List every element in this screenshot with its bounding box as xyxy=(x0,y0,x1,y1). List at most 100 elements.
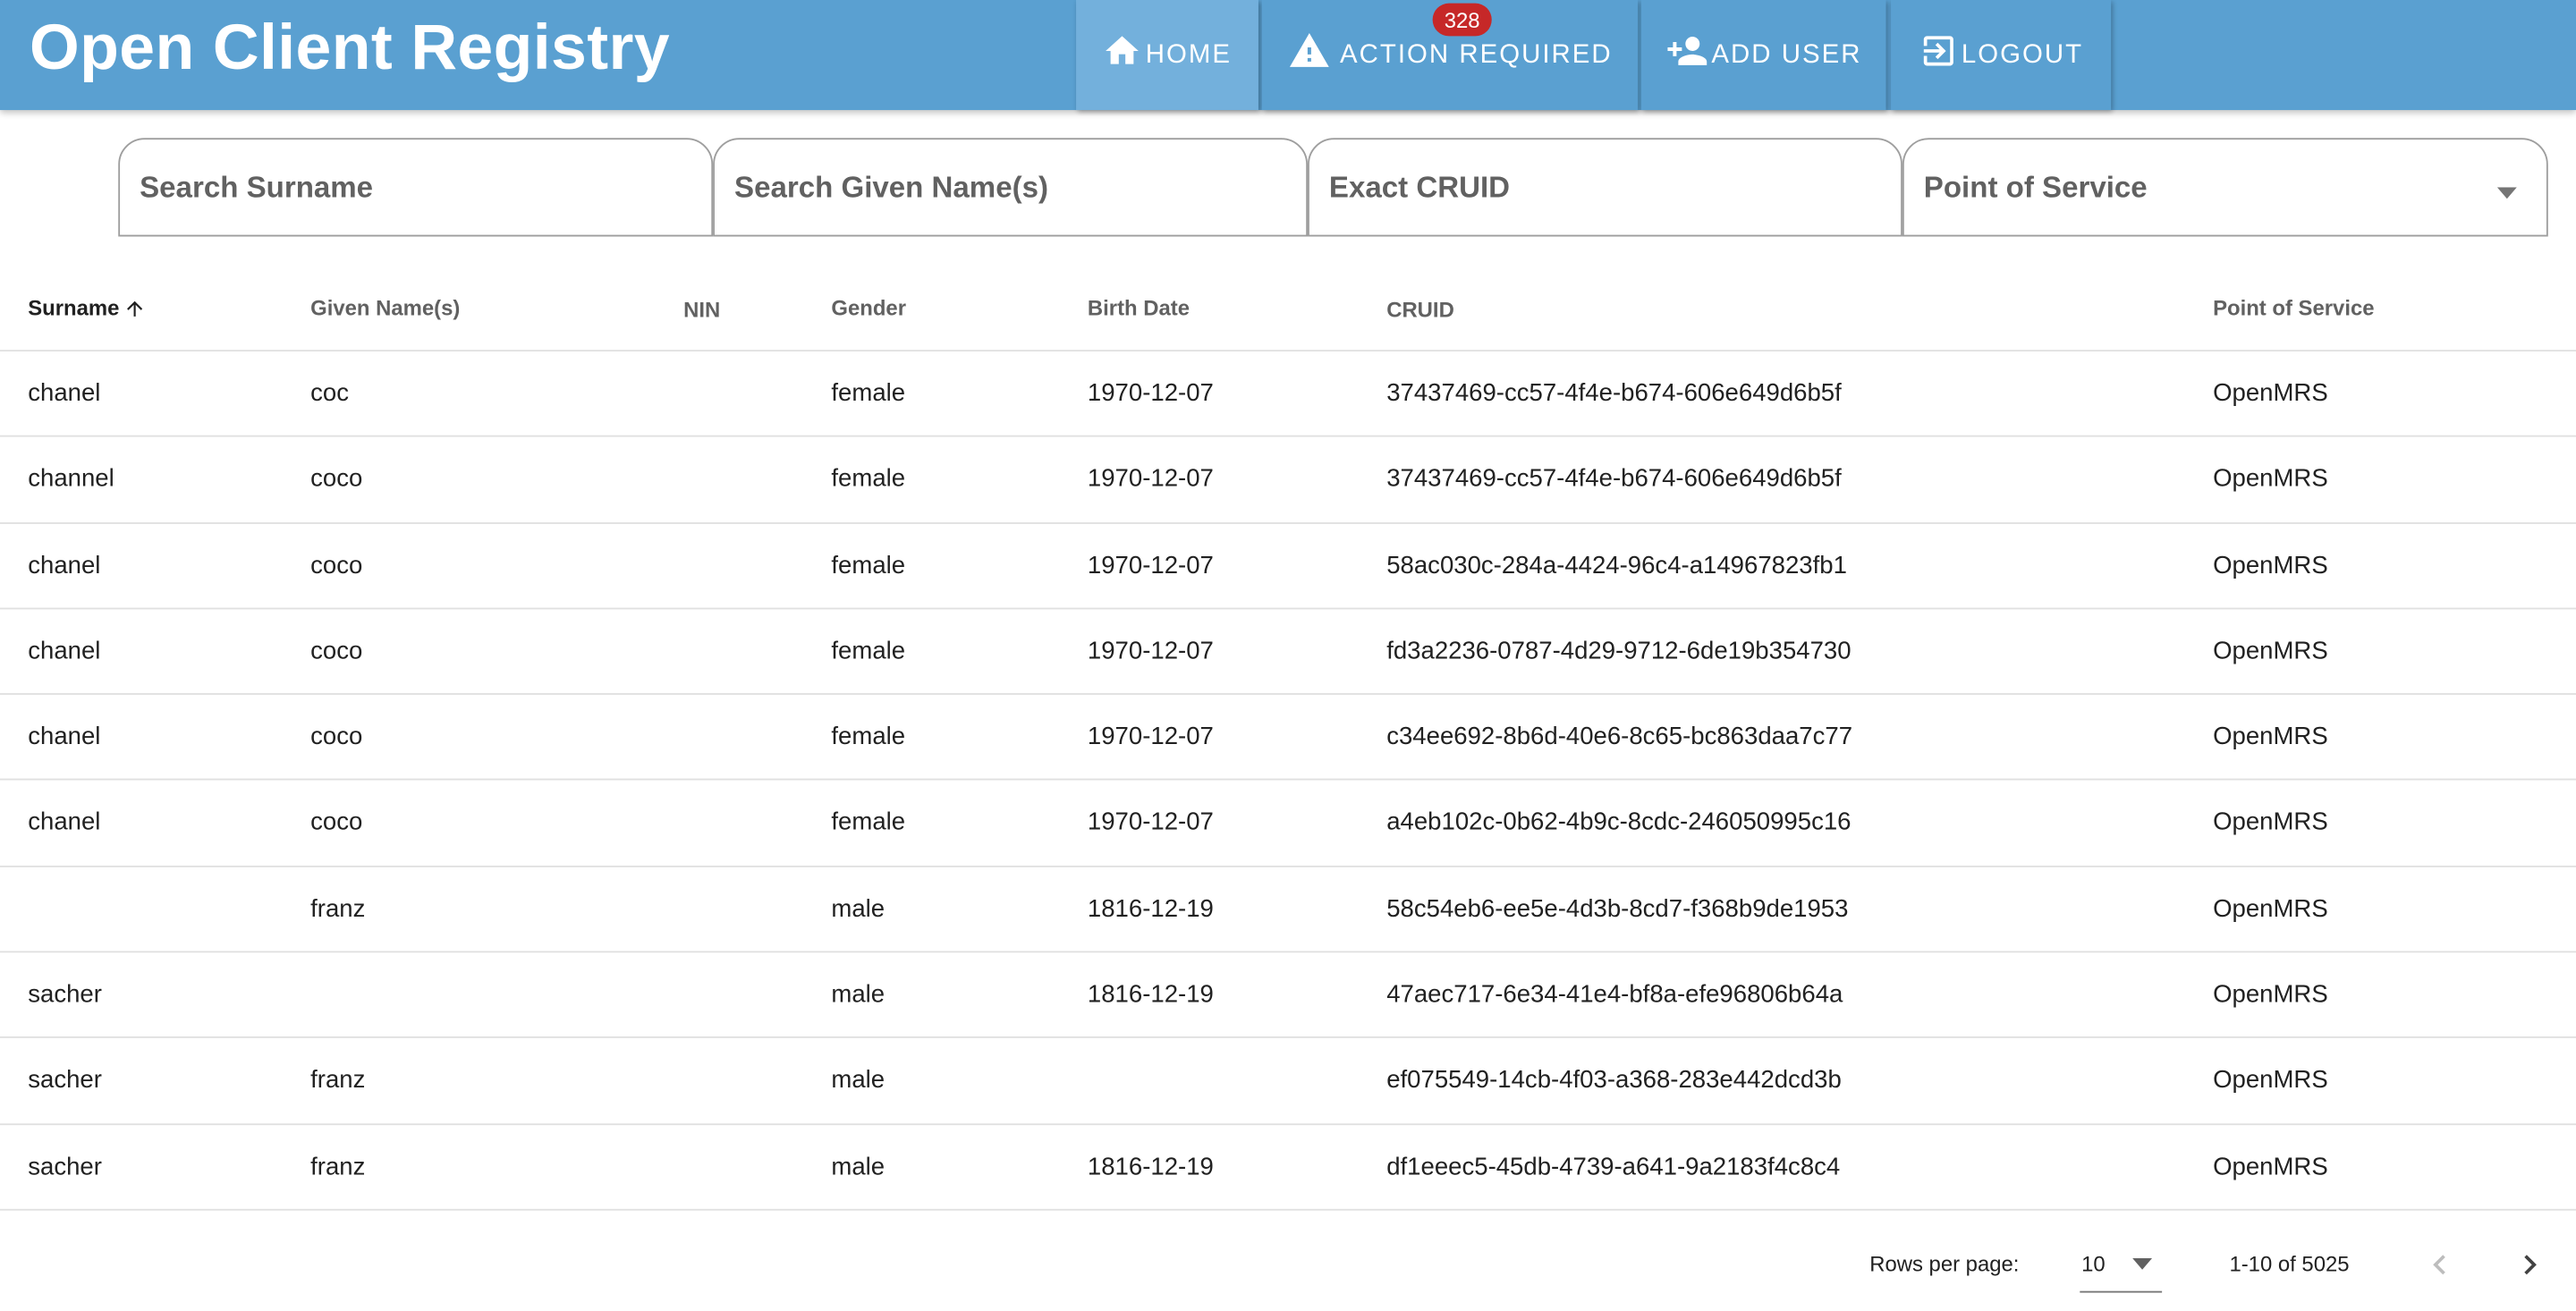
table-row[interactable]: sacher franz male 1816-12-19 df1eeec5-45db-4… xyxy=(0,1125,2576,1211)
cell-surname: sacher xyxy=(28,980,102,1009)
cell-cruid: a4eb102c-0b62-4b9c-8cdc-246050995c16 xyxy=(1386,808,1852,837)
cell-given-names: coco xyxy=(310,808,363,837)
surname-search-input[interactable] xyxy=(120,140,712,235)
nav-home-button[interactable]: HOME xyxy=(1076,0,1258,111)
cell-given-names: coco xyxy=(310,551,363,579)
surname-search-field xyxy=(118,138,714,237)
given-name-search-input[interactable] xyxy=(714,140,1307,235)
cell-gender: male xyxy=(831,1066,886,1095)
cell-birth-date: 1816-12-19 xyxy=(1087,894,1214,923)
cell-given-names: coco xyxy=(310,465,363,494)
column-header-surname[interactable]: Surname xyxy=(28,295,146,321)
column-header-gender[interactable]: Gender xyxy=(831,296,906,321)
column-header-given-names[interactable]: Given Name(s) xyxy=(310,296,460,321)
cell-point-of-service: OpenMRS xyxy=(2213,1066,2328,1095)
table-row[interactable]: sacher male 1816-12-19 47aec717-6e34-41e4-b… xyxy=(0,952,2576,1039)
column-header-cruid[interactable]: CRUID xyxy=(1386,297,1454,322)
rows-per-page-label: Rows per page: xyxy=(1869,1251,2020,1277)
cell-gender: male xyxy=(831,980,886,1009)
cell-cruid: 47aec717-6e34-41e4-bf8a-efe96806b64a xyxy=(1386,980,1843,1009)
cruid-search-field xyxy=(1308,138,1902,237)
given-name-search-field xyxy=(713,138,1309,237)
cell-birth-date: 1970-12-07 xyxy=(1087,551,1214,579)
cell-birth-date: 1970-12-07 xyxy=(1087,637,1214,665)
person-add-icon xyxy=(1665,30,1708,80)
table-row[interactable]: chanel coco female 1970-12-07 c34ee692-8b6d-… xyxy=(0,695,2576,782)
cell-point-of-service: OpenMRS xyxy=(2213,637,2328,665)
app-bar: Open Client Registry HOME ACTION REQUIRE… xyxy=(0,0,2576,111)
cell-cruid: 58ac030c-284a-4424-96c4-a14967823fb1 xyxy=(1386,551,1847,579)
table-row[interactable]: franz male 1816-12-19 58c54eb6-ee5e-4d3b-8c… xyxy=(0,867,2576,953)
cell-given-names: franz xyxy=(310,1152,366,1181)
nav-add-user-button[interactable]: ADD USER xyxy=(1640,0,1886,111)
column-header-nin[interactable]: NIN xyxy=(683,297,720,322)
cell-gender: male xyxy=(831,894,886,923)
home-icon xyxy=(1103,31,1142,79)
cell-gender: female xyxy=(831,551,906,579)
chevron-right-icon xyxy=(2511,1255,2550,1290)
cell-cruid: 58c54eb6-ee5e-4d3b-8cd7-f368b9de1953 xyxy=(1386,894,1849,923)
warning-icon xyxy=(1287,30,1330,80)
pagination-range: 1-10 of 5025 xyxy=(2229,1251,2350,1277)
column-header-surname-label: Surname xyxy=(28,295,120,321)
cell-gender: male xyxy=(831,1152,886,1181)
cell-surname: chanel xyxy=(28,723,101,751)
rows-per-page-select[interactable]: 10 xyxy=(2080,1239,2163,1293)
cell-surname: chanel xyxy=(28,637,101,665)
cell-cruid: c34ee692-8b6d-40e6-8c65-bc863daa7c77 xyxy=(1386,723,1853,751)
table-row[interactable]: channel coco female 1970-12-07 37437469-cc57… xyxy=(0,437,2576,524)
cell-birth-date: 1970-12-07 xyxy=(1087,465,1214,494)
cell-surname: chanel xyxy=(28,379,101,408)
table-row[interactable]: chanel coco female 1970-12-07 a4eb102c-0b62-… xyxy=(0,781,2576,867)
cell-given-names: franz xyxy=(310,894,366,923)
nav-logout-button[interactable]: LOGOUT xyxy=(1891,0,2112,111)
cell-gender: female xyxy=(831,379,906,408)
table-row[interactable]: chanel coc female 1970-12-07 37437469-cc57-4… xyxy=(0,351,2576,438)
action-required-count-badge: 328 xyxy=(1432,3,1492,37)
cruid-search-input[interactable] xyxy=(1309,140,1902,235)
cell-birth-date: 1816-12-19 xyxy=(1087,1152,1214,1181)
next-page-button[interactable] xyxy=(2511,1245,2550,1284)
column-header-birth-date[interactable]: Birth Date xyxy=(1088,296,1190,321)
cell-point-of-service: OpenMRS xyxy=(2213,551,2328,579)
table-row[interactable]: chanel coco female 1970-12-07 fd3a2236-0787-… xyxy=(0,609,2576,696)
cell-given-names: coco xyxy=(310,723,363,751)
chevron-left-icon xyxy=(2420,1255,2460,1290)
cell-surname: chanel xyxy=(28,551,101,579)
cell-given-names: franz xyxy=(310,1066,366,1095)
cell-birth-date: 1970-12-07 xyxy=(1087,379,1214,408)
logout-icon xyxy=(1919,31,1958,79)
cell-point-of-service: OpenMRS xyxy=(2213,465,2328,494)
cell-point-of-service: OpenMRS xyxy=(2213,894,2328,923)
cell-surname: chanel xyxy=(28,808,101,837)
table-row[interactable]: chanel coco female 1970-12-07 58ac030c-284a-… xyxy=(0,523,2576,610)
point-of-service-select[interactable]: Point of Service xyxy=(1902,138,2548,237)
cell-birth-date: 1816-12-19 xyxy=(1087,980,1214,1009)
cell-point-of-service: OpenMRS xyxy=(2213,980,2328,1009)
nav-action-required-label: ACTION REQUIRED xyxy=(1339,39,1613,69)
caret-down-icon xyxy=(2496,179,2517,208)
nav-add-user-label: ADD USER xyxy=(1711,39,1862,69)
cell-gender: female xyxy=(831,637,906,665)
cell-gender: female xyxy=(831,465,906,494)
arrow-up-icon xyxy=(123,297,146,320)
cell-birth-date: 1970-12-07 xyxy=(1087,808,1214,837)
nav-action-required-button[interactable]: ACTION REQUIRED 328 xyxy=(1261,0,1639,111)
cell-point-of-service: OpenMRS xyxy=(2213,808,2328,837)
cell-given-names: coc xyxy=(310,379,350,408)
cell-cruid: 37437469-cc57-4f4e-b674-606e649d6b5f xyxy=(1386,379,1842,408)
nav-logout-label: LOGOUT xyxy=(1961,39,2084,69)
rows-per-page-value: 10 xyxy=(2081,1251,2106,1277)
point-of-service-label: Point of Service xyxy=(1923,171,2148,204)
cell-birth-date: 1970-12-07 xyxy=(1087,723,1214,751)
cell-cruid: fd3a2236-0787-4d29-9712-6de19b354730 xyxy=(1386,637,1852,665)
cell-point-of-service: OpenMRS xyxy=(2213,379,2328,408)
table-row[interactable]: sacher franz male ef075549-14cb-4f03-a368-2… xyxy=(0,1039,2576,1125)
client-table-body: chanel coc female 1970-12-07 37437469-cc57-4… xyxy=(0,351,2576,1211)
previous-page-button[interactable] xyxy=(2420,1245,2460,1284)
cell-gender: female xyxy=(831,808,906,837)
cell-point-of-service: OpenMRS xyxy=(2213,723,2328,751)
column-header-point-of-service[interactable]: Point of Service xyxy=(2213,296,2374,321)
app-title: Open Client Registry xyxy=(30,13,670,84)
cell-point-of-service: OpenMRS xyxy=(2213,1152,2328,1181)
